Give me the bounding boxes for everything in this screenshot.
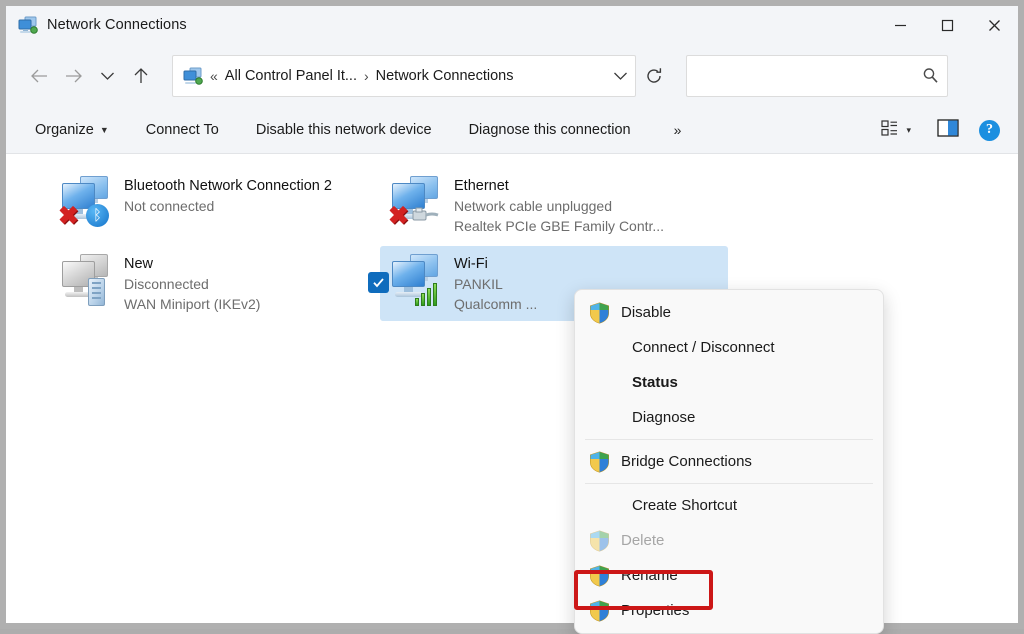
network-adapter-icon bbox=[58, 252, 118, 308]
view-options-button[interactable]: ▾ bbox=[875, 114, 917, 147]
toolbar-connect-to-button[interactable]: Connect To bbox=[137, 116, 228, 144]
address-bar-icon bbox=[183, 67, 203, 85]
maximize-button[interactable] bbox=[924, 6, 971, 44]
context-menu-item-connect-disconnect[interactable]: Connect / Disconnect bbox=[577, 330, 881, 365]
toolbar-disable-device-label: Disable this network device bbox=[255, 122, 432, 138]
connection-status: PANKIL bbox=[454, 276, 503, 292]
network-connections-window: Network Connections « All Control Panel … bbox=[0, 0, 1024, 634]
window-controls bbox=[877, 6, 1018, 44]
connection-item-new[interactable]: New Disconnected WAN Miniport (IKEv2) bbox=[50, 246, 370, 321]
window-title: Network Connections bbox=[47, 17, 187, 33]
minimize-button[interactable] bbox=[877, 6, 924, 44]
context-menu-item-status[interactable]: Status bbox=[577, 365, 881, 400]
connection-device: WAN Miniport (IKEv2) bbox=[124, 296, 261, 312]
search-icon[interactable] bbox=[913, 67, 947, 84]
connection-checkbox[interactable] bbox=[368, 272, 389, 293]
forward-button[interactable] bbox=[56, 59, 90, 93]
connection-item-bluetooth[interactable]: ✖ ᛒ Bluetooth Network Connection 2 Not c… bbox=[50, 168, 370, 237]
red-x-icon: ✖ bbox=[388, 202, 409, 230]
close-button[interactable] bbox=[971, 6, 1018, 44]
context-menu-item-label: Rename bbox=[621, 567, 678, 584]
preview-pane-icon bbox=[937, 118, 959, 142]
view-options-caret-icon: ▾ bbox=[906, 124, 911, 135]
toolbar-diagnose-label: Diagnose this connection bbox=[468, 122, 631, 138]
red-x-icon: ✖ bbox=[58, 202, 79, 230]
connection-name: Bluetooth Network Connection 2 bbox=[124, 178, 332, 194]
shield-icon bbox=[589, 301, 610, 324]
help-icon[interactable]: ? bbox=[979, 119, 1000, 141]
wan-miniport-badge-icon bbox=[88, 278, 105, 306]
window-icon bbox=[18, 16, 38, 34]
breadcrumb-item-network-connections[interactable]: Network Connections bbox=[376, 68, 514, 84]
connection-status: Disconnected bbox=[124, 276, 209, 292]
search-input[interactable] bbox=[697, 56, 913, 95]
context-menu-item-rename[interactable]: Rename bbox=[577, 558, 881, 593]
context-menu-item-label: Status bbox=[632, 374, 678, 391]
shield-icon bbox=[589, 599, 610, 622]
connection-name: Ethernet bbox=[454, 178, 509, 194]
connection-device: Realtek PCIe GBE Family Contr... bbox=[454, 218, 665, 234]
breadcrumb-separator: › bbox=[363, 67, 369, 84]
command-bar: Organize ▼ Connect To Disable this netwo… bbox=[6, 107, 1018, 154]
context-menu-item-label: Diagnose bbox=[632, 409, 696, 426]
network-adapter-icon: ✖ bbox=[388, 174, 448, 230]
context-menu-item-diagnose[interactable]: Diagnose bbox=[577, 400, 881, 435]
context-menu-separator bbox=[585, 483, 873, 484]
toolbar-organize-button[interactable]: Organize ▼ bbox=[26, 116, 118, 144]
context-menu-item-label: Disable bbox=[621, 304, 672, 321]
connection-name: New bbox=[124, 256, 154, 272]
breadcrumb-item-control-panel[interactable]: All Control Panel It... bbox=[225, 68, 357, 84]
search-box[interactable] bbox=[686, 54, 948, 97]
context-menu-separator bbox=[585, 439, 873, 440]
context-menu-item-label: Delete bbox=[621, 532, 665, 549]
connection-item-ethernet[interactable]: ✖ Ethernet Network cable unplugged Realt… bbox=[380, 168, 720, 243]
view-options-icon bbox=[881, 119, 899, 142]
connection-name: Wi-Fi bbox=[454, 256, 488, 272]
context-menu-item-label: Properties bbox=[621, 602, 690, 619]
network-adapter-icon: ✖ ᛒ bbox=[58, 174, 118, 230]
shield-icon bbox=[589, 564, 610, 587]
recent-locations-button[interactable] bbox=[90, 59, 124, 93]
preview-pane-button[interactable] bbox=[931, 114, 965, 147]
context-menu-item-delete: Delete bbox=[577, 523, 881, 558]
context-menu-item-label: Bridge Connections bbox=[621, 453, 752, 470]
context-menu: Disable Connect / Disconnect Status Diag… bbox=[574, 289, 884, 634]
toolbar-organize-label: Organize bbox=[35, 122, 94, 138]
toolbar-connect-to-label: Connect To bbox=[145, 122, 219, 138]
chevron-down-icon: ▼ bbox=[99, 125, 109, 135]
toolbar-disable-device-button[interactable]: Disable this network device bbox=[247, 116, 441, 144]
refresh-button[interactable] bbox=[636, 59, 672, 93]
navigation-bar: « All Control Panel It... › Network Conn… bbox=[6, 44, 1018, 107]
breadcrumb-prefix: « bbox=[210, 67, 218, 84]
context-menu-item-disable[interactable]: Disable bbox=[577, 295, 881, 330]
address-bar[interactable]: « All Control Panel It... › Network Conn… bbox=[172, 54, 636, 97]
title-bar: Network Connections bbox=[6, 6, 1018, 44]
back-button[interactable] bbox=[22, 59, 56, 93]
wifi-signal-badge-icon bbox=[415, 280, 443, 306]
toolbar-diagnose-button[interactable]: Diagnose this connection bbox=[460, 116, 640, 144]
context-menu-item-properties[interactable]: Properties bbox=[577, 593, 881, 628]
ethernet-cable-badge-icon bbox=[412, 206, 440, 224]
bluetooth-badge-icon: ᛒ bbox=[86, 204, 109, 227]
network-adapter-icon bbox=[388, 252, 448, 308]
connection-status: Not connected bbox=[124, 198, 215, 214]
shield-icon bbox=[589, 529, 610, 552]
up-button[interactable] bbox=[124, 59, 158, 93]
context-menu-item-bridge-connections[interactable]: Bridge Connections bbox=[577, 444, 881, 479]
address-dropdown-icon[interactable] bbox=[605, 71, 635, 81]
toolbar-overflow-button[interactable]: » bbox=[664, 116, 692, 144]
connections-list: ✖ ᛒ Bluetooth Network Connection 2 Not c… bbox=[6, 154, 1018, 634]
context-menu-item-create-shortcut[interactable]: Create Shortcut bbox=[577, 488, 881, 523]
shield-icon bbox=[589, 450, 610, 473]
command-bar-right: ▾ ? bbox=[875, 114, 1000, 147]
connection-status: Network cable unplugged bbox=[454, 198, 612, 214]
context-menu-item-label: Create Shortcut bbox=[632, 497, 738, 514]
context-menu-item-label: Connect / Disconnect bbox=[632, 339, 775, 356]
connection-device: Qualcomm ... bbox=[454, 296, 538, 312]
